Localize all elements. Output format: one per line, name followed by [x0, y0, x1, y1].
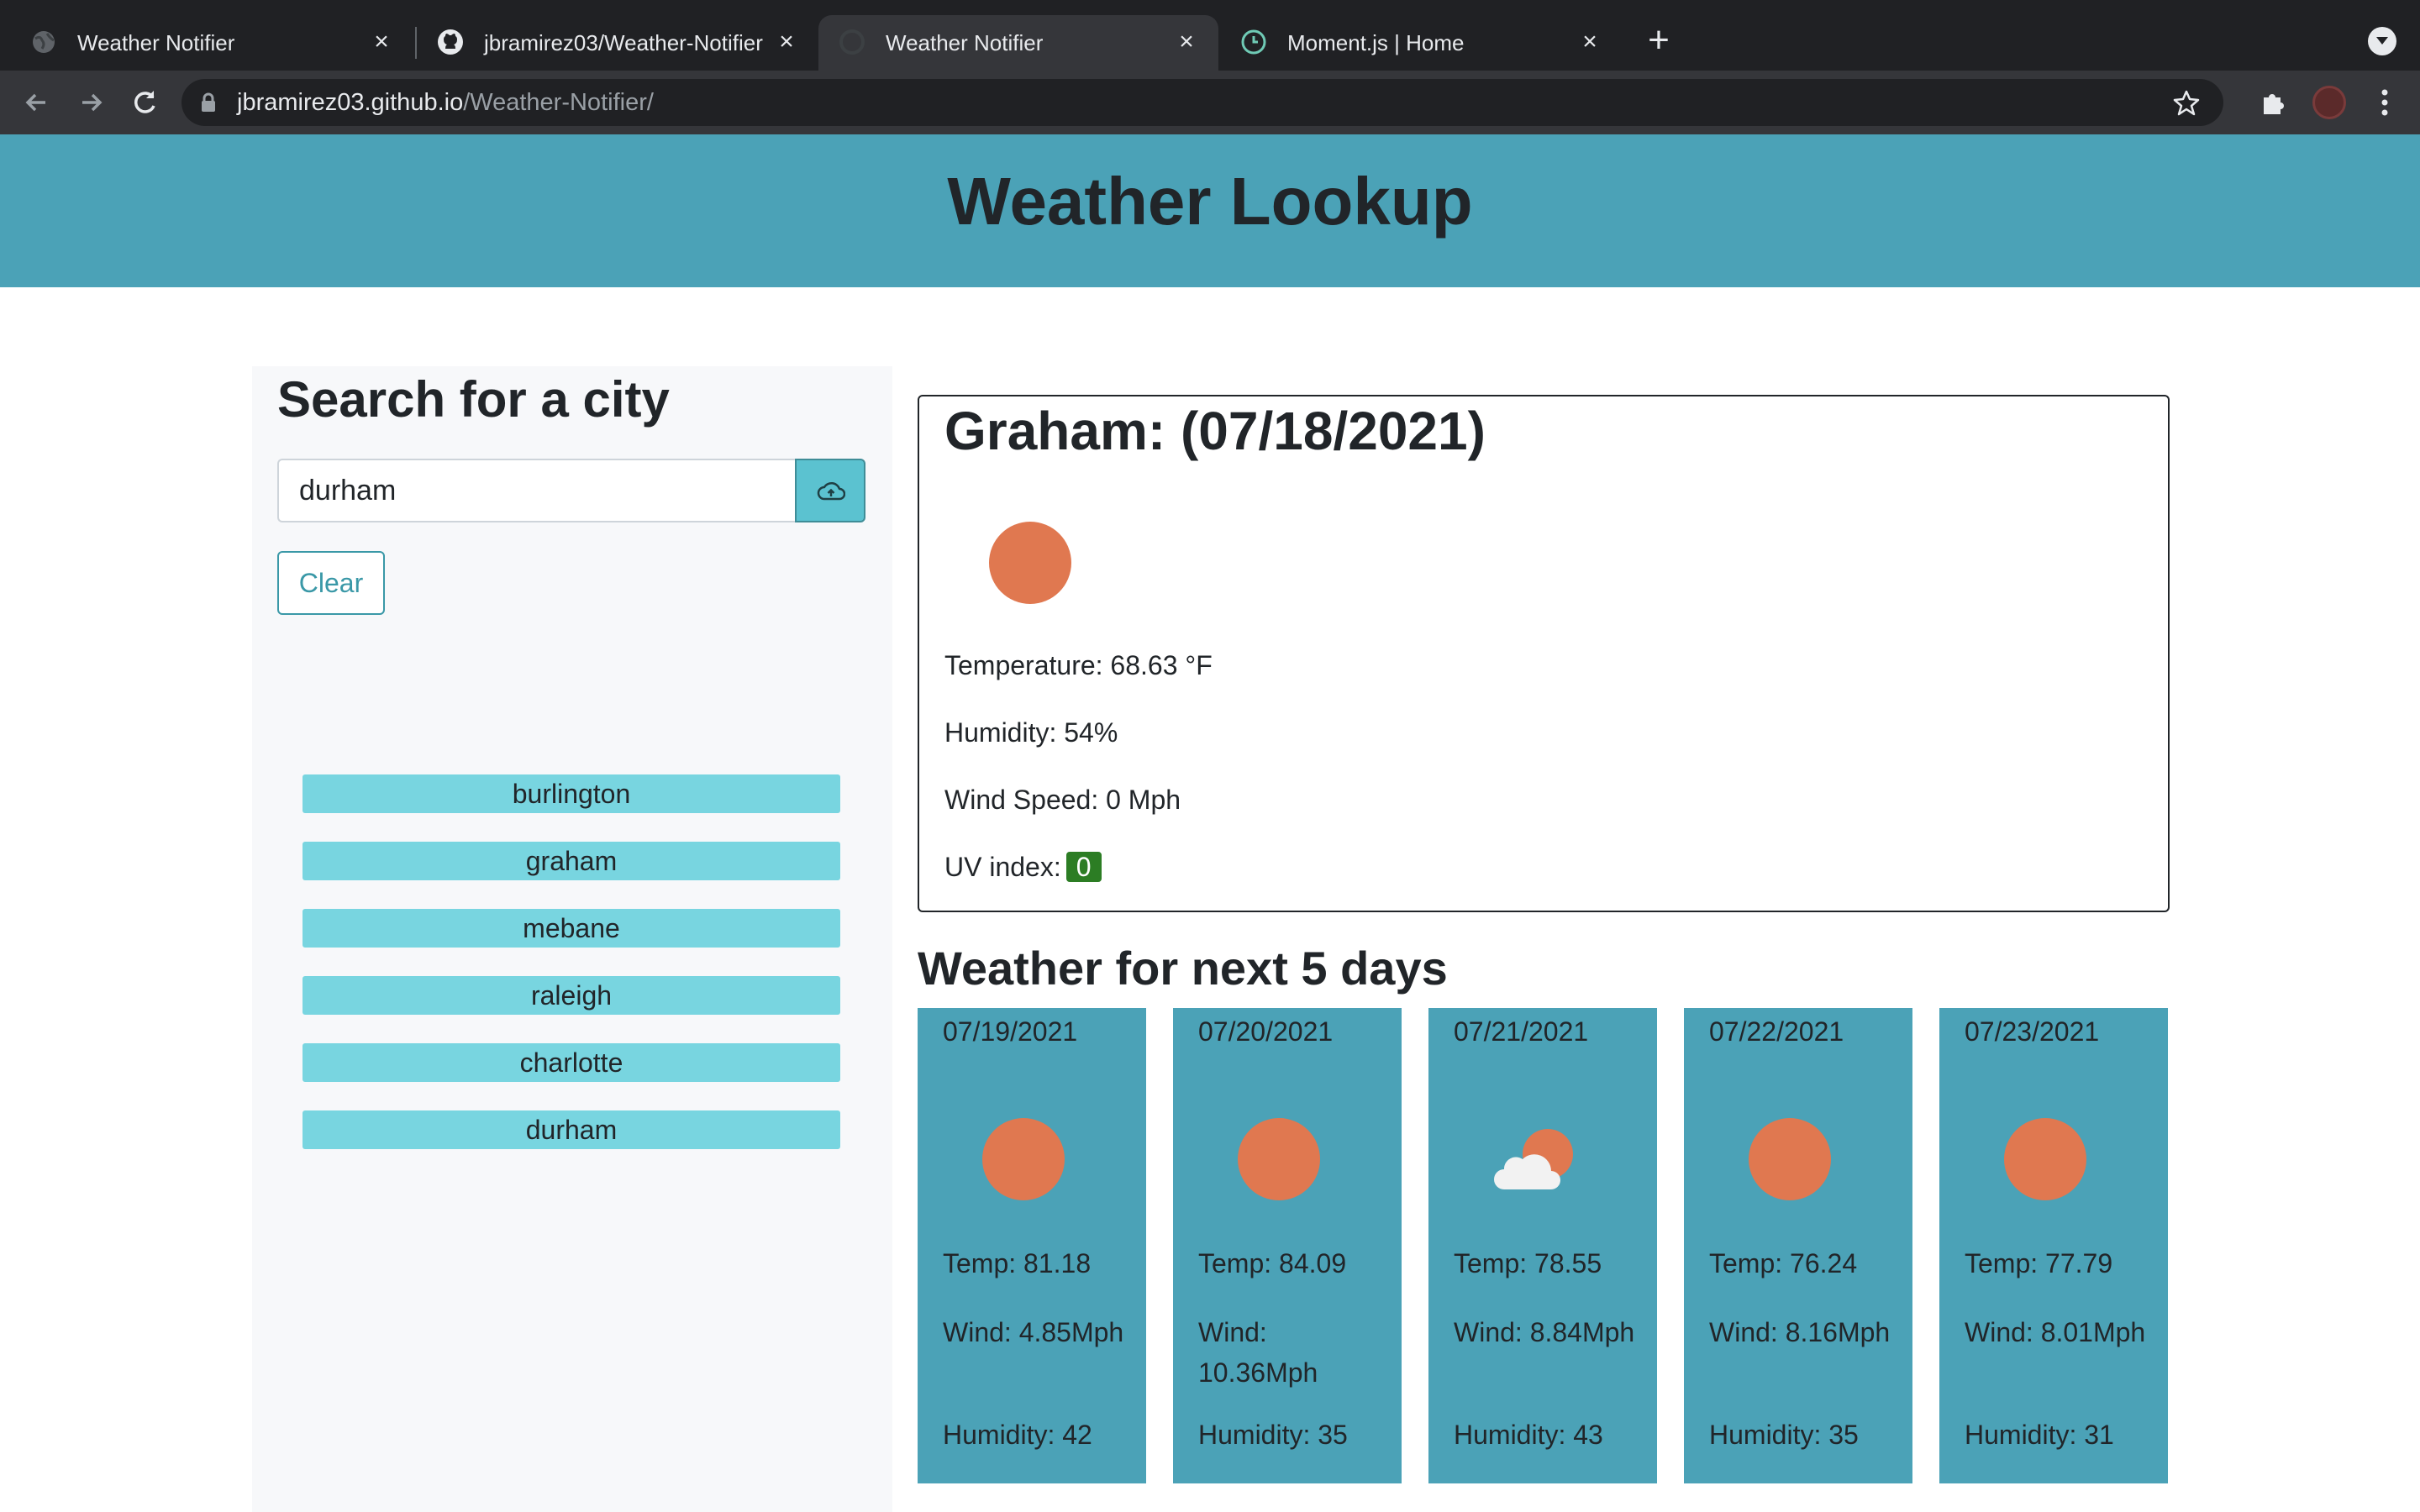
forecast-wind: Wind: 8.16Mph — [1709, 1317, 1891, 1347]
forecast-temp: Temp: 78.55 — [1454, 1248, 1602, 1278]
search-sidebar: Search for a city Clear burlington graha… — [252, 366, 892, 1512]
extensions-icon[interactable] — [2259, 87, 2289, 118]
uv-label: UV index: — [944, 852, 1061, 882]
close-icon[interactable]: × — [1171, 27, 1202, 57]
tab-search-button[interactable] — [2368, 27, 2396, 55]
sun-icon — [1238, 1118, 1320, 1200]
close-icon[interactable]: × — [771, 27, 802, 57]
forecast-card: 07/22/2021 Temp: 76.24 Wind: 8.16Mph Hum… — [1684, 1008, 1912, 1483]
current-uv-index: UV index: 0 — [944, 850, 1102, 884]
globe-icon — [33, 31, 55, 53]
current-city-date: Graham: (07/18/2021) — [944, 401, 1486, 461]
browser-toolbar: jbramirez03.github.io/Weather-Notifier/ — [0, 71, 2420, 134]
loading-icon — [839, 29, 865, 55]
forecast-temp: Temp: 77.79 — [1965, 1248, 2113, 1278]
browser-tab-3[interactable]: Moment.js | Home × — [1220, 15, 1622, 71]
forecast-humidity: Humidity: 35 — [1198, 1420, 1348, 1450]
history-city-button[interactable]: burlington — [302, 774, 840, 813]
tab-title: Weather Notifier — [886, 30, 1044, 55]
back-icon[interactable] — [20, 86, 54, 119]
url-host: jbramirez03.github.io — [237, 89, 464, 116]
tab-title: Moment.js | Home — [1287, 30, 1465, 55]
forecast-humidity: Humidity: 35 — [1709, 1420, 1859, 1450]
forecast-temp: Temp: 84.09 — [1198, 1248, 1347, 1278]
forecast-date: 07/22/2021 — [1709, 1016, 1844, 1047]
sun-icon — [1749, 1118, 1831, 1200]
close-icon[interactable]: × — [366, 27, 397, 57]
sun-icon — [989, 522, 1071, 604]
history-city-button[interactable]: durham — [302, 1110, 840, 1149]
tab-title: Weather Notifier — [77, 30, 235, 55]
status-badge: 0 — [1065, 852, 1102, 882]
reload-icon[interactable] — [128, 86, 161, 119]
sun-icon — [2004, 1118, 2086, 1200]
forecast-wind: Wind: 8.01Mph — [1965, 1317, 2146, 1347]
close-icon[interactable]: × — [1575, 27, 1605, 57]
current-humidity: Humidity: 54% — [944, 717, 1118, 748]
forecast-wind: Wind: 4.85Mph — [943, 1317, 1124, 1347]
url-text: jbramirez03.github.io/Weather-Notifier/ — [237, 87, 654, 118]
sun-icon — [982, 1118, 1065, 1200]
forecast-humidity: Humidity: 42 — [943, 1420, 1092, 1450]
forecast-humidity: Humidity: 31 — [1965, 1420, 2114, 1450]
page-title: Weather Lookup — [947, 164, 1473, 239]
current-temperature: Temperature: 68.63 °F — [944, 650, 1213, 680]
forecast-date: 07/23/2021 — [1965, 1016, 2100, 1047]
chevron-down-icon — [2376, 37, 2388, 45]
header-banner: Weather Lookup — [0, 134, 2420, 287]
lock-icon[interactable] — [200, 92, 217, 113]
forecast-temp: Temp: 81.18 — [943, 1248, 1092, 1278]
clock-icon — [1241, 29, 1266, 55]
search-title: Search for a city — [277, 371, 670, 428]
forecast-wind: Wind: 10.36Mph — [1198, 1317, 1318, 1388]
city-search-input[interactable] — [277, 459, 797, 522]
forecast-date: 07/19/2021 — [943, 1016, 1078, 1047]
forward-icon[interactable] — [74, 86, 108, 119]
history-city-button[interactable]: mebane — [302, 909, 840, 948]
forecast-card: 07/21/2021 Temp: 78.55 Wind: 8.84Mph Hum… — [1428, 1008, 1657, 1483]
current-wind-speed: Wind Speed: 0 Mph — [944, 785, 1181, 815]
browser-tab-2[interactable]: Weather Notifier × — [818, 15, 1218, 71]
search-button[interactable] — [795, 459, 865, 522]
new-tab-button[interactable]: + — [1640, 22, 1677, 60]
forecast-card: 07/19/2021 Temp: 81.18 Wind: 4.85Mph Hum… — [918, 1008, 1146, 1483]
cloud-upload-icon — [817, 481, 845, 501]
history-city-button[interactable]: charlotte — [302, 1043, 840, 1082]
star-icon[interactable] — [2173, 89, 2200, 116]
tab-title: jbramirez03/Weather-Notifier — [484, 30, 763, 55]
forecast-card: 07/23/2021 Temp: 77.79 Wind: 8.01Mph Hum… — [1939, 1008, 2168, 1483]
github-icon — [438, 29, 463, 55]
browser-tab-1[interactable]: jbramirez03/Weather-Notifier × — [417, 15, 818, 71]
forecast-temp: Temp: 76.24 — [1709, 1248, 1858, 1278]
address-bar[interactable]: jbramirez03.github.io/Weather-Notifier/ — [182, 79, 2223, 126]
forecast-wind: Wind: 8.84Mph — [1454, 1317, 1635, 1347]
partly-cloudy-icon — [1494, 1129, 1573, 1189]
web-page: Weather Lookup Search for a city Clear b… — [0, 134, 2420, 1512]
forecast-date: 07/21/2021 — [1454, 1016, 1589, 1047]
history-city-button[interactable]: raleigh — [302, 976, 840, 1015]
browser-tab-strip: Weather Notifier × jbramirez03/Weather-N… — [0, 0, 2420, 71]
url-path: /Weather-Notifier/ — [463, 89, 654, 116]
forecast-humidity: Humidity: 43 — [1454, 1420, 1603, 1450]
clear-button[interactable]: Clear — [277, 551, 385, 615]
browser-tab-0[interactable]: Weather Notifier × — [10, 15, 413, 71]
forecast-card: 07/20/2021 Temp: 84.09 Wind: 10.36Mph Hu… — [1173, 1008, 1402, 1483]
forecast-title: Weather for next 5 days — [918, 942, 1448, 995]
current-weather-card: Graham: (07/18/2021) Temperature: 68.63 … — [918, 395, 2170, 912]
forecast-date: 07/20/2021 — [1198, 1016, 1334, 1047]
avatar[interactable] — [2312, 86, 2346, 119]
more-vert-icon[interactable] — [2373, 86, 2396, 119]
history-city-button[interactable]: graham — [302, 842, 840, 880]
